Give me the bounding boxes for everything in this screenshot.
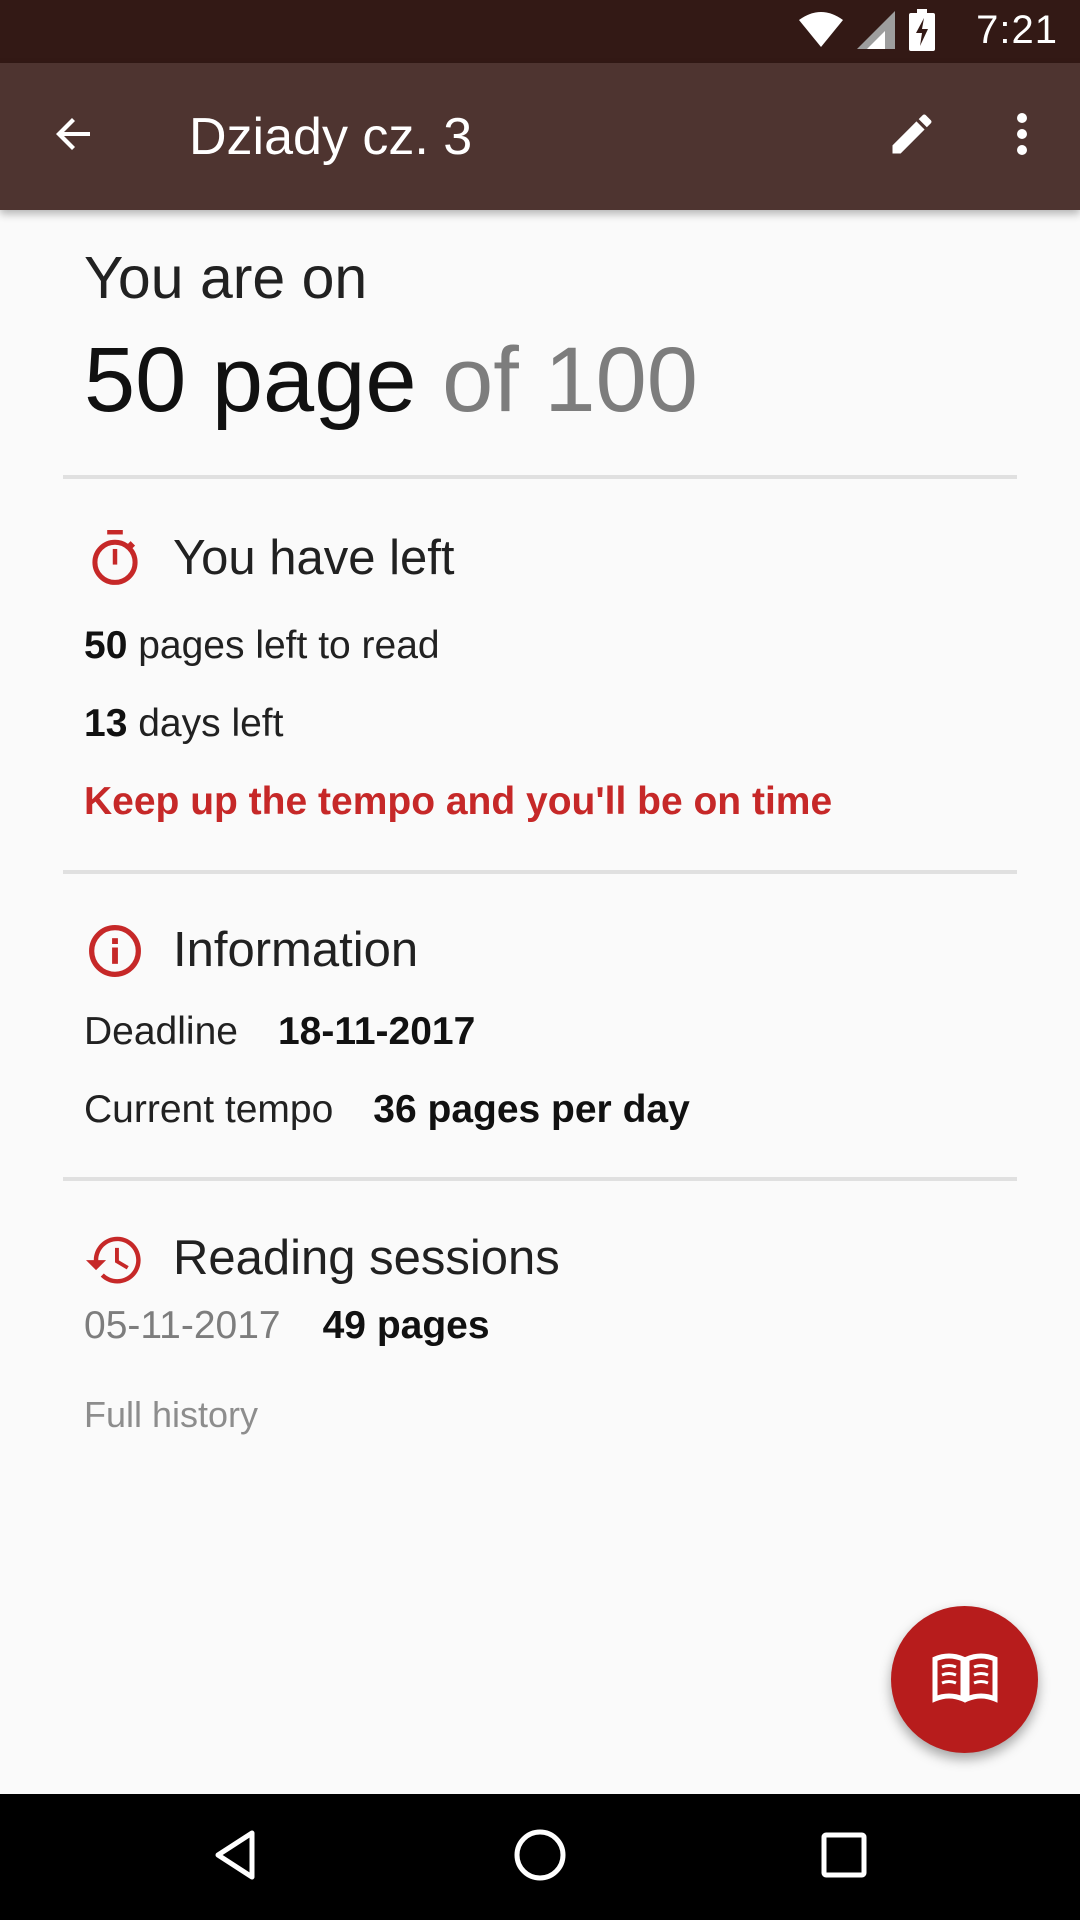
divider: [63, 475, 1017, 479]
pages-left-label: pages left to read: [138, 624, 440, 667]
edit-button[interactable]: [876, 100, 948, 172]
app-bar: Dziady cz. 3: [0, 63, 1080, 210]
session-row[interactable]: 05-11-2017 49 pages: [84, 1304, 490, 1348]
tempo-value: 36 pages per day: [373, 1088, 690, 1131]
divider: [63, 870, 1017, 874]
edit-pencil-icon: [886, 108, 938, 165]
days-left-value: 13: [84, 702, 128, 745]
sessions-section-title: Reading sessions: [173, 1231, 560, 1285]
timer-icon: [84, 528, 146, 590]
session-pages: 49 pages: [322, 1304, 490, 1347]
days-left-line: 13 days left: [84, 702, 283, 746]
pages-left-value: 50: [84, 624, 128, 667]
session-date: 05-11-2017: [84, 1304, 281, 1347]
tempo-label: Current tempo: [84, 1088, 334, 1131]
pages-left-line: 50 pages left to read: [84, 624, 440, 668]
open-book-icon: [932, 1651, 998, 1708]
current-page: 50 page: [84, 329, 417, 431]
deadline-line: Deadline 18-11-2017: [84, 1010, 475, 1054]
home-circle-icon: [512, 1827, 568, 1888]
history-icon: [84, 1228, 146, 1290]
book-details: You are on 50 page of 100 You have left …: [0, 210, 1080, 1794]
progress-label: You are on: [84, 245, 368, 311]
tempo-line: Current tempo 36 pages per day: [84, 1088, 690, 1132]
status-icons: [799, 8, 935, 54]
wifi-icon: [799, 11, 843, 53]
status-bar: 7:21: [0, 0, 1080, 63]
battery-charging-icon: [909, 8, 935, 56]
back-arrow-icon: [50, 110, 98, 163]
info-section-title: Information: [173, 923, 419, 977]
deadline-label: Deadline: [84, 1010, 238, 1053]
left-section-title: You have left: [173, 531, 455, 585]
system-nav-bar: [0, 1794, 1080, 1920]
total-pages: of 100: [442, 329, 698, 431]
nav-back-button[interactable]: [196, 1817, 276, 1897]
progress-page-line: 50 page of 100: [84, 328, 698, 433]
back-button[interactable]: [38, 100, 110, 172]
status-time: 7:21: [976, 8, 1058, 52]
info-icon: [84, 920, 146, 982]
more-vert-icon: [1014, 110, 1030, 163]
nav-home-button[interactable]: [500, 1817, 580, 1897]
deadline-value: 18-11-2017: [277, 1010, 476, 1053]
tempo-message: Keep up the tempo and you'll be on time: [84, 780, 833, 823]
nav-recents-button[interactable]: [804, 1817, 884, 1897]
read-book-fab[interactable]: [891, 1606, 1038, 1753]
days-left-label: days left: [138, 702, 284, 745]
page-title: Dziady cz. 3: [189, 108, 473, 166]
signal-icon: [857, 10, 895, 54]
more-options-button[interactable]: [986, 100, 1058, 172]
divider: [63, 1177, 1017, 1181]
recents-square-icon: [820, 1831, 868, 1884]
full-history-link[interactable]: Full history: [84, 1394, 258, 1436]
back-triangle-icon: [212, 1829, 260, 1886]
